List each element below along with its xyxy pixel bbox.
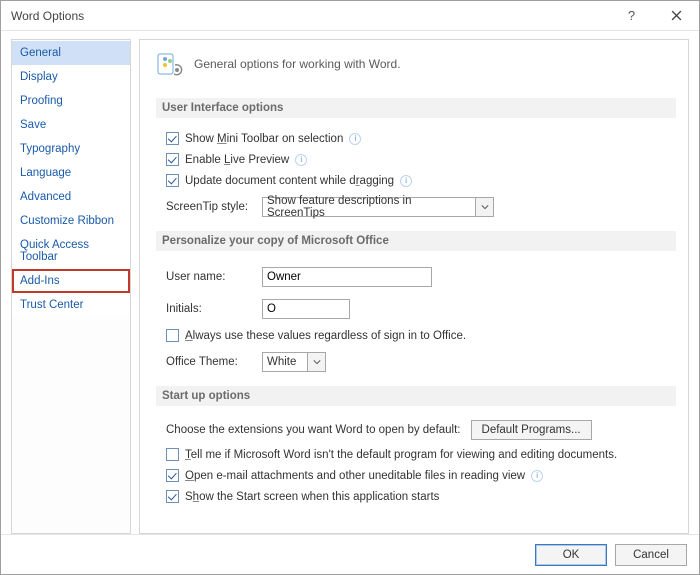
opt-always-use-values[interactable]: Always use these values regardless of si… xyxy=(166,329,676,342)
opt-mini-toolbar[interactable]: Show Mini Toolbar on selection i xyxy=(166,132,676,145)
sidebar-item-quick-access-toolbar[interactable]: Quick Access Toolbar xyxy=(12,233,130,269)
sidebar-item-proofing[interactable]: Proofing xyxy=(12,89,130,113)
office-theme-select[interactable]: White xyxy=(262,352,326,372)
username-label: User name: xyxy=(166,271,254,283)
close-icon xyxy=(671,10,682,21)
info-icon: i xyxy=(531,470,543,482)
checkbox-icon xyxy=(166,469,179,482)
sidebar-item-advanced[interactable]: Advanced xyxy=(12,185,130,209)
checkbox-icon xyxy=(166,174,179,187)
sidebar: General Display Proofing Save Typography… xyxy=(11,39,131,534)
initials-input[interactable] xyxy=(262,299,350,319)
initials-label: Initials: xyxy=(166,303,254,315)
checkbox-icon xyxy=(166,153,179,166)
sidebar-item-language[interactable]: Language xyxy=(12,161,130,185)
sidebar-item-customize-ribbon[interactable]: Customize Ribbon xyxy=(12,209,130,233)
opt-tell-me-default[interactable]: Tell me if Microsoft Word isn't the defa… xyxy=(166,448,676,461)
username-input[interactable] xyxy=(262,267,432,287)
sidebar-item-display[interactable]: Display xyxy=(12,65,130,89)
sidebar-item-save[interactable]: Save xyxy=(12,113,130,137)
section-ui-options: User Interface options xyxy=(156,98,676,118)
sidebar-item-general[interactable]: General xyxy=(12,41,130,65)
section-startup: Start up options xyxy=(156,386,676,406)
opt-label: Show Mini Toolbar on selection xyxy=(185,133,343,145)
opt-label: Always use these values regardless of si… xyxy=(185,330,466,342)
page-heading: General options for working with Word. xyxy=(194,57,401,71)
word-options-dialog: Word Options ? General Display Proofing … xyxy=(0,0,700,575)
sidebar-item-add-ins[interactable]: Add-Ins xyxy=(12,269,130,293)
opt-start-screen[interactable]: Show the Start screen when this applicat… xyxy=(166,490,676,503)
cancel-button[interactable]: Cancel xyxy=(615,544,687,566)
window-title: Word Options xyxy=(11,9,609,23)
dialog-body: General Display Proofing Save Typography… xyxy=(1,31,699,534)
checkbox-icon xyxy=(166,448,179,461)
info-icon: i xyxy=(349,133,361,145)
screentip-label: ScreenTip style: xyxy=(166,201,254,213)
office-theme-row: Office Theme: White xyxy=(166,352,676,372)
checkbox-icon xyxy=(166,329,179,342)
dialog-footer: OK Cancel xyxy=(1,534,699,574)
opt-open-email-reading[interactable]: Open e-mail attachments and other unedit… xyxy=(166,469,676,482)
default-programs-row: Choose the extensions you want Word to o… xyxy=(166,420,676,440)
help-button[interactable]: ? xyxy=(609,1,654,31)
office-theme-label: Office Theme: xyxy=(166,356,254,368)
opt-label: Open e-mail attachments and other unedit… xyxy=(185,470,525,482)
checkbox-icon xyxy=(166,132,179,145)
opt-label: Show the Start screen when this applicat… xyxy=(185,491,439,503)
default-programs-button[interactable]: Default Programs... xyxy=(471,420,592,440)
chevron-down-icon xyxy=(475,198,493,216)
choose-ext-label: Choose the extensions you want Word to o… xyxy=(166,424,461,436)
opt-drag-update[interactable]: Update document content while dragging i xyxy=(166,174,676,187)
general-options-icon xyxy=(156,50,184,78)
titlebar: Word Options ? xyxy=(1,1,699,31)
sidebar-item-typography[interactable]: Typography xyxy=(12,137,130,161)
opt-label: Tell me if Microsoft Word isn't the defa… xyxy=(185,449,617,461)
ok-button[interactable]: OK xyxy=(535,544,607,566)
screentip-style-select[interactable]: Show feature descriptions in ScreenTips xyxy=(262,197,494,217)
chevron-down-icon xyxy=(307,353,325,371)
info-icon: i xyxy=(295,154,307,166)
info-icon: i xyxy=(400,175,412,187)
opt-label: Update document content while dragging xyxy=(185,175,394,187)
initials-row: Initials: xyxy=(166,299,676,319)
sidebar-item-trust-center[interactable]: Trust Center xyxy=(12,293,130,317)
main-panel: General options for working with Word. U… xyxy=(139,39,689,534)
close-button[interactable] xyxy=(654,1,699,31)
section-personalize: Personalize your copy of Microsoft Offic… xyxy=(156,231,676,251)
opt-live-preview[interactable]: Enable Live Preview i xyxy=(166,153,676,166)
checkbox-icon xyxy=(166,490,179,503)
username-row: User name: xyxy=(166,267,676,287)
page-heading-row: General options for working with Word. xyxy=(156,50,676,78)
screentip-style-row: ScreenTip style: Show feature descriptio… xyxy=(166,197,676,217)
opt-label: Enable Live Preview xyxy=(185,154,289,166)
